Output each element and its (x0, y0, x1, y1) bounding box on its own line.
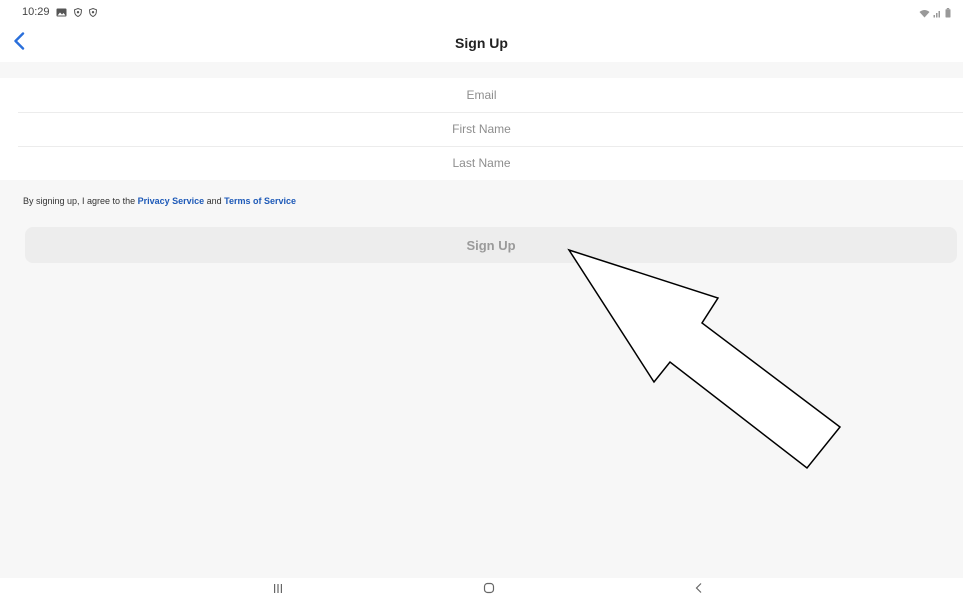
nav-back-button[interactable] (679, 580, 719, 600)
first-name-field-row (0, 111, 963, 147)
home-icon (483, 581, 495, 599)
signup-form (0, 77, 963, 181)
status-bar: 10:29 (0, 0, 963, 24)
shield-icon (88, 4, 98, 22)
status-icons-left (56, 4, 98, 22)
status-time: 10:29 (22, 6, 50, 18)
last-name-field-row (0, 145, 963, 181)
sign-up-button[interactable]: Sign Up (25, 227, 957, 263)
status-icons-right (919, 5, 951, 23)
page-title: Sign Up (455, 35, 508, 51)
recent-apps-icon (272, 581, 284, 599)
last-name-field[interactable] (0, 145, 963, 181)
shield-icon (73, 4, 83, 22)
agreement-prefix: By signing up, I agree to the (23, 196, 138, 206)
agreement-text: By signing up, I agree to the Privacy Se… (23, 196, 296, 206)
terms-of-service-link[interactable]: Terms of Service (224, 196, 296, 206)
first-name-field[interactable] (0, 111, 963, 147)
gallery-icon (56, 4, 67, 22)
email-field-row (0, 77, 963, 113)
agreement-conjunction: and (204, 196, 225, 206)
privacy-service-link[interactable]: Privacy Service (138, 196, 205, 206)
home-button[interactable] (469, 580, 509, 600)
wifi-icon (919, 5, 930, 23)
email-field[interactable] (0, 77, 963, 113)
recent-apps-button[interactable] (258, 580, 298, 600)
battery-icon (945, 5, 951, 23)
signal-icon (933, 5, 942, 23)
system-nav-bar (0, 578, 963, 602)
header-bar: Sign Up (0, 24, 963, 62)
back-icon (694, 581, 704, 599)
